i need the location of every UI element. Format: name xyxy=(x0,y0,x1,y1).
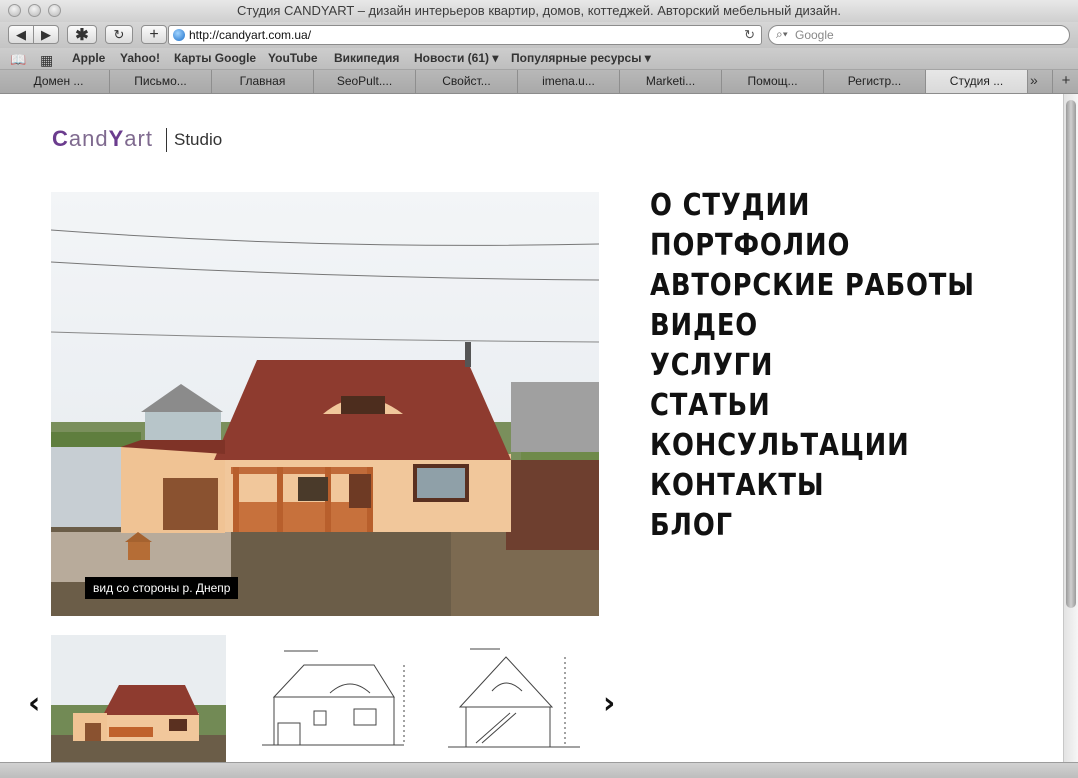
site-logo[interactable]: CandYart xyxy=(52,126,153,152)
main-navigation: О СТУДИИ ПОРТФОЛИО АВТОРСКИЕ РАБОТЫ ВИДЕ… xyxy=(650,186,1028,546)
address-bar[interactable]: http://candyart.com.ua/ ↻ xyxy=(168,25,762,45)
bookmark-wikipedia[interactable]: Википедия xyxy=(334,51,399,65)
tab-marketing[interactable]: Marketi... xyxy=(620,70,722,93)
logo-studio-text: Studio xyxy=(174,130,223,149)
reload-inline-icon[interactable]: ↻ xyxy=(744,27,755,43)
add-bookmark-button[interactable]: + xyxy=(141,25,167,44)
bookmark-google-maps[interactable]: Карты Google xyxy=(174,51,256,65)
plus-icon: + xyxy=(149,25,159,43)
bookmarks-bar: 📖 ▦ Apple Yahoo! Карты Google YouTube Ви… xyxy=(0,48,1078,70)
nav-services[interactable]: УСЛУГИ xyxy=(650,346,975,386)
reload-icon: ↻ xyxy=(113,26,125,42)
window-titlebar: Студия CANDYART – дизайн интерьеров квар… xyxy=(0,0,1078,23)
logo-y: Y xyxy=(108,126,125,151)
tab-help[interactable]: Помощ... xyxy=(722,70,824,93)
logo-art: art xyxy=(124,126,153,151)
thumbnail-facade-drawing[interactable] xyxy=(244,635,419,762)
forward-arrow-icon: ▶ xyxy=(41,26,51,42)
url-text: http://candyart.com.ua/ xyxy=(189,28,312,42)
thumbnail-house-photo[interactable] xyxy=(51,635,226,762)
logo-and: and xyxy=(68,126,109,151)
globe-icon xyxy=(173,29,185,41)
logo-c: C xyxy=(52,126,69,151)
browser-toolbar: ◀ ▶ ✱ ↻ + http://candyart.com.ua/ ↻ ⌕▾ G… xyxy=(0,22,1078,48)
nav-blog[interactable]: БЛОГ xyxy=(650,506,975,546)
back-arrow-icon: ◀ xyxy=(16,26,26,42)
vertical-scrollbar[interactable] xyxy=(1063,94,1078,762)
bookmark-popular[interactable]: Популярные ресурсы ▾ xyxy=(511,51,651,65)
scrollbar-thumb[interactable] xyxy=(1066,100,1076,608)
tab-domain[interactable]: Домен ... xyxy=(8,70,110,93)
thumbnail-section-drawing-illustration xyxy=(430,635,605,762)
new-tab-button[interactable]: + xyxy=(1052,70,1078,93)
tab-overflow-icon[interactable]: » xyxy=(1030,72,1038,88)
nav-about-studio[interactable]: О СТУДИИ xyxy=(650,186,975,226)
thumbnail-house-illustration xyxy=(51,635,226,762)
nav-contacts[interactable]: КОНТАКТЫ xyxy=(650,466,975,506)
main-slide-photo[interactable] xyxy=(51,192,599,616)
back-button[interactable]: ◀ xyxy=(8,25,34,44)
nav-consultations[interactable]: КОНСУЛЬТАЦИИ xyxy=(650,426,975,466)
reload-button[interactable]: ↻ xyxy=(105,25,133,44)
nav-portfolio[interactable]: ПОРТФОЛИО xyxy=(650,226,975,266)
logo-divider xyxy=(166,128,167,152)
bookmark-apple[interactable]: Apple xyxy=(72,51,105,65)
forward-button[interactable]: ▶ xyxy=(33,25,59,44)
nav-articles[interactable]: СТАТЬИ xyxy=(650,386,975,426)
bookmark-news[interactable]: Новости (61) ▾ xyxy=(414,51,498,65)
tab-studio[interactable]: Студия ... xyxy=(926,70,1028,93)
thumbs-prev-arrow-icon[interactable]: ‹ xyxy=(28,686,40,721)
thumbnail-facade-drawing-illustration xyxy=(244,635,419,762)
bookmarks-book-icon[interactable]: 📖 xyxy=(10,52,26,68)
tab-properties[interactable]: Свойст... xyxy=(416,70,518,93)
snapback-button[interactable]: ✱ xyxy=(67,25,97,44)
tab-seopult[interactable]: SeoPult.... xyxy=(314,70,416,93)
house-illustration xyxy=(51,192,599,616)
window-title: Студия CANDYART – дизайн интерьеров квар… xyxy=(236,3,842,18)
asterisk-icon: ✱ xyxy=(75,26,89,44)
tab-bar: Домен ... Письмо... Главная SeoPult.... … xyxy=(0,70,1078,94)
tab-registration[interactable]: Регистр... xyxy=(824,70,926,93)
status-bar xyxy=(0,762,1078,778)
bookmark-youtube[interactable]: YouTube xyxy=(268,51,318,65)
thumbs-next-arrow-icon[interactable]: › xyxy=(603,686,615,721)
search-icon: ⌕▾ xyxy=(776,27,788,41)
search-placeholder: Google xyxy=(795,28,834,42)
thumbnail-section-drawing[interactable] xyxy=(430,635,605,762)
search-field[interactable]: ⌕▾ Google xyxy=(768,25,1070,45)
tab-letter[interactable]: Письмо... xyxy=(110,70,212,93)
bookmark-yahoo[interactable]: Yahoo! xyxy=(120,51,160,65)
tab-imena[interactable]: imena.u... xyxy=(518,70,620,93)
nav-author-works[interactable]: АВТОРСКИЕ РАБОТЫ xyxy=(650,266,975,306)
slide-caption: вид со стороны р. Днепр xyxy=(85,577,239,599)
top-sites-grid-icon[interactable]: ▦ xyxy=(40,52,53,69)
tab-main[interactable]: Главная xyxy=(212,70,314,93)
nav-video[interactable]: ВИДЕО xyxy=(650,306,975,346)
